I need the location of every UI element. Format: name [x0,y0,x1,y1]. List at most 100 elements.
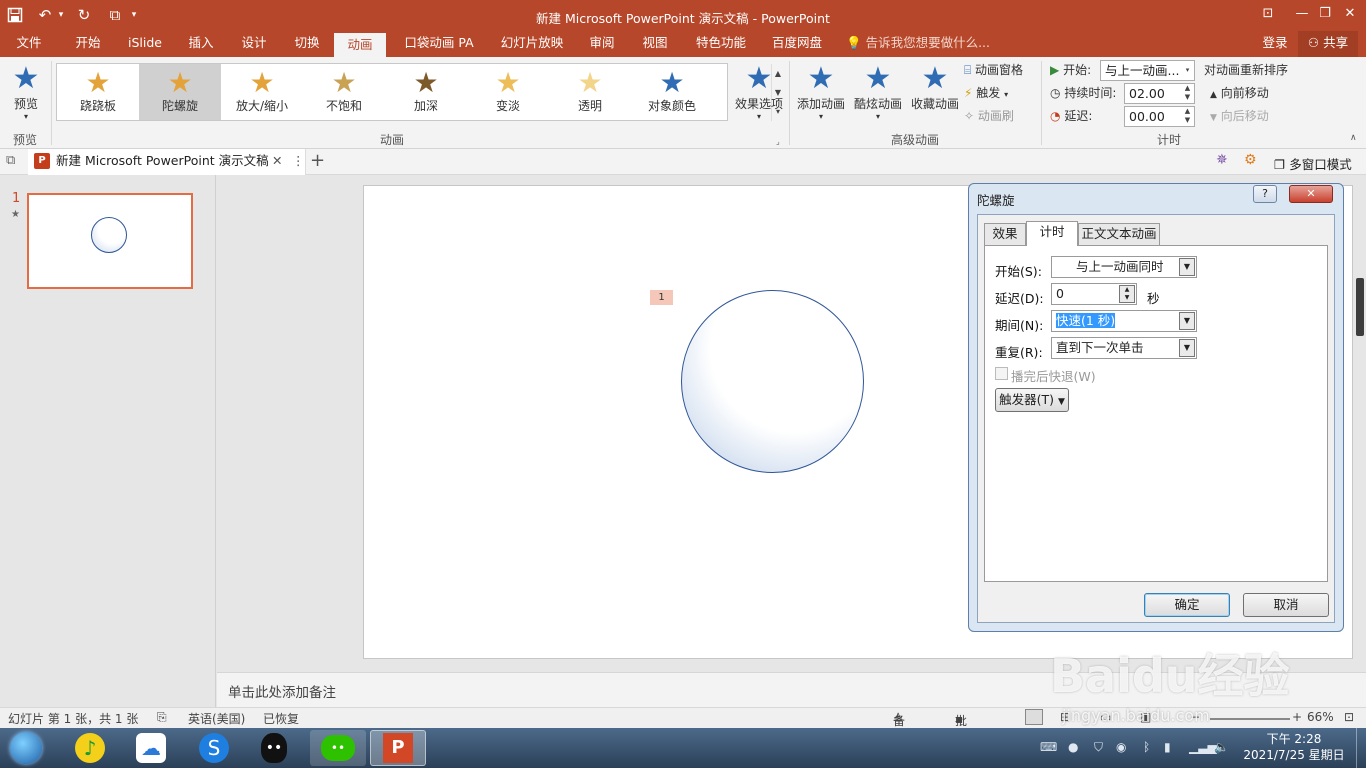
effect-options-button[interactable]: ★ 效果选项 ▾ [732,63,786,122]
zoom-slider[interactable] [1210,718,1290,720]
sogou-tray-icon[interactable]: ● [1068,740,1078,754]
usb-icon[interactable]: ▮ [1164,740,1171,754]
save-icon[interactable] [3,3,27,27]
dialog-launcher-icon[interactable]: ⌟ [776,137,780,146]
gallery-item-object-color[interactable]: ★ 对象颜色 [631,64,713,120]
multi-window-button[interactable]: ❐ 多窗口模式 [1274,154,1352,173]
spin-arrows-icon[interactable]: ▲ ▼ [1119,285,1135,303]
trigger-button[interactable]: 触发器(T) ▼ [995,388,1069,412]
duration-input[interactable]: 02.00 ▲ ▼ [1124,83,1195,104]
document-tab[interactable]: P 新建 Microsoft PowerPoint 演示文稿 ✕ ⋮ [28,149,306,175]
start-select[interactable]: 与上一动画... ▾ [1100,60,1195,81]
gallery-item-darken[interactable]: ★ 加深 [385,64,467,120]
language[interactable]: 英语(美国) [188,710,245,727]
delay-input[interactable]: 0 ▲ ▼ [1051,283,1137,305]
rewind-checkbox[interactable] [995,367,1008,380]
volume-icon[interactable]: 🔈 [1214,740,1229,754]
tab-review[interactable]: 审阅 [582,31,622,57]
ok-button[interactable]: 确定 [1144,593,1230,617]
delay-input[interactable]: 00.00 ▲ ▼ [1124,106,1195,127]
wechat-icon[interactable]: •• [310,730,366,766]
animation-pane-button[interactable]: ⌸ 动画窗格 [964,59,1023,81]
tab-transitions[interactable]: 切换 [287,31,327,57]
shield-icon[interactable]: ⛉ [1094,740,1103,755]
wechat-tray-icon[interactable]: ◉ [1116,740,1126,754]
tab-timing[interactable]: 计时 [1026,221,1078,246]
tab-islide[interactable]: iSlide [122,31,168,57]
circle-shape[interactable] [681,290,864,473]
network-icon[interactable]: ▁▃▅ [1189,740,1217,754]
add-animation-button[interactable]: ★ 添加动画 ▾ [794,63,848,122]
scroll-indicator[interactable] [1356,278,1364,336]
tell-me-search[interactable]: 💡 告诉我您想要做什么... [846,31,992,57]
tab-pocket-animation[interactable]: 口袋动画 PA [398,31,480,57]
move-later-button[interactable]: ▼ 向后移动 [1210,105,1269,127]
repeat-select[interactable]: 直到下一次单击 ▼ [1051,337,1197,359]
trigger-label: 触发器(T) [999,392,1054,407]
powerpoint-taskbar-icon[interactable]: P [370,730,426,766]
close-icon[interactable]: ✕ [1289,185,1333,203]
login-link[interactable]: 登录 [1256,31,1294,57]
cancel-button[interactable]: 取消 [1243,593,1329,617]
normal-view-icon[interactable] [1025,709,1043,725]
zoom-in-icon[interactable]: + [1292,710,1302,724]
tab-text-animation[interactable]: 正文文本动画 [1078,223,1160,245]
sogou-input-icon[interactable]: S [186,730,242,766]
baidu-netdisk-icon[interactable]: ☁ [123,730,179,766]
star-icon: ★ [249,66,275,99]
animation-painter-button[interactable]: ✧ 动画刷 [964,105,1014,127]
gallery-item-transparency[interactable]: ★ 透明 [549,64,631,120]
cool-animation-button[interactable]: ★ 酷炫动画 ▾ [851,63,905,122]
preview-button[interactable]: ★ 预览 ▾ [6,63,46,122]
tab-list-icon[interactable]: ⧉ [6,153,15,168]
start-button-icon[interactable] [0,730,52,766]
spin-arrows-icon[interactable]: ▲ ▼ [1181,107,1194,126]
fav-animation-button[interactable]: ★ 收藏动画 [908,63,962,112]
close-icon[interactable]: ✕ [1330,0,1366,31]
tab-more-icon[interactable]: ⋮ [292,149,305,173]
settings-gear-icon[interactable]: ⚙ [1244,152,1257,168]
tab-baidu-netdisk[interactable]: 百度网盘 [765,31,829,57]
tab-home[interactable]: 开始 [68,31,108,57]
bluetooth-icon[interactable]: ᛒ [1143,740,1150,754]
animation-order-tag[interactable]: 1 [650,290,673,305]
present-icon[interactable]: ⧉ [103,3,127,27]
gallery-item-spin[interactable]: ★ 陀螺旋 [139,64,221,120]
music-app-icon[interactable]: ♪ [62,730,118,766]
gallery-item-grow-shrink[interactable]: ★ 放大/缩小 [221,64,303,120]
tab-effect[interactable]: 效果 [984,223,1026,245]
slide-thumbnail[interactable] [27,193,193,289]
spellcheck-icon[interactable]: ⎘ [157,710,167,725]
gallery-item-desaturate[interactable]: ★ 不饱和 [303,64,385,120]
start-select[interactable]: 与上一动画同时 ▼ [1051,256,1197,278]
fit-slide-icon[interactable]: ⊡ [1344,710,1354,724]
tab-view[interactable]: 视图 [635,31,675,57]
tab-file[interactable]: 文件 [8,31,50,57]
magic-icon[interactable]: ✵ [1216,152,1228,168]
share-button[interactable]: ⚇ 共享 [1298,31,1358,57]
gallery-item-seesaw[interactable]: ★ 跷跷板 [57,64,139,120]
zoom-level[interactable]: 66% [1307,710,1334,724]
spin-arrows-icon[interactable]: ▲ ▼ [1181,84,1194,103]
tab-design[interactable]: 设计 [234,31,274,57]
tab-slideshow[interactable]: 幻灯片放映 [494,31,570,57]
collapse-ribbon-icon[interactable]: ∧ [1350,133,1357,143]
undo-dropdown-icon[interactable]: ▾ [55,3,67,27]
tab-special[interactable]: 特色功能 [689,31,753,57]
help-icon[interactable]: ? [1253,185,1277,203]
gallery-item-lighten[interactable]: ★ 变淡 [467,64,549,120]
new-tab-icon[interactable]: + [310,150,325,171]
keyboard-icon[interactable]: ⌨ [1040,740,1057,754]
customize-qat-icon[interactable]: ▾ [126,3,142,27]
trigger-button[interactable]: ⚡ 触发 ▾ [964,82,1008,104]
tab-animations[interactable]: 动画 [334,33,386,57]
qq-icon[interactable]: •• [246,730,302,766]
clock[interactable]: 下午 2:28 2021/7/25 星期日 [1240,731,1348,763]
period-select[interactable]: 快速(1 秒) ▼ [1051,310,1197,332]
tab-insert[interactable]: 插入 [181,31,221,57]
move-earlier-button[interactable]: ▲ 向前移动 [1210,82,1269,104]
close-tab-icon[interactable]: ✕ [272,149,282,173]
undo-icon[interactable]: ↶ [33,3,57,27]
redo-icon[interactable]: ↻ [72,3,96,27]
show-desktop-button[interactable] [1356,728,1366,768]
